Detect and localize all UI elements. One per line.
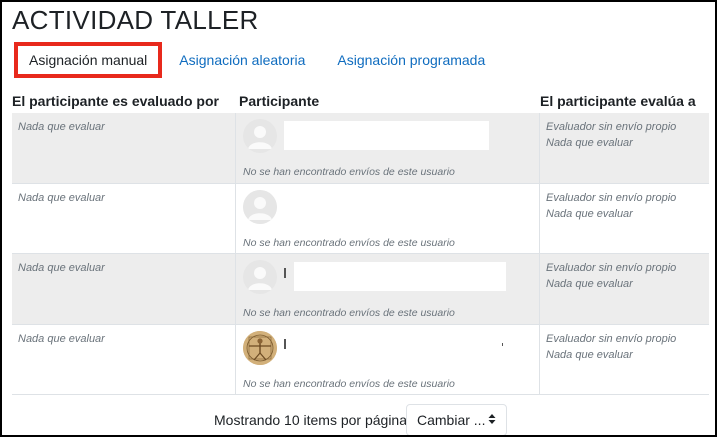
evaluated-by-cell: Nada que evaluar	[12, 183, 236, 253]
nothing-to-evaluate-text: Nada que evaluar	[546, 278, 633, 290]
evaluator-without-submission-text: Evaluador sin envío propio	[546, 262, 677, 274]
no-submission-text: No se han encontrado envíos de este usua…	[243, 166, 455, 178]
per-page-label: Mostrando 10 items por página	[214, 412, 407, 428]
nothing-to-evaluate-text: Nada que evaluar	[546, 207, 633, 220]
evaluated-by-cell: Nada que evaluar	[12, 113, 236, 183]
evaluated-by-text: Nada que evaluar	[18, 121, 105, 133]
pagination-bar: Mostrando 10 items por página Cambiar ..…	[2, 403, 715, 435]
participant-name-redacted	[284, 121, 489, 150]
no-submission-text: No se han encontrado envíos de este usua…	[243, 236, 455, 249]
page-title: ACTIVIDAD TALLER	[12, 5, 259, 35]
tab-scheduled-allocation[interactable]: Asignación programada	[322, 43, 500, 77]
table-header: El participante es evaluado por Particip…	[2, 93, 715, 113]
evaluates-cell: Evaluador sin envío propio Nada que eval…	[539, 183, 709, 253]
participant-cell: No se han encontrado envíos de este usua…	[236, 325, 539, 395]
vitruvian-man-avatar[interactable]	[243, 330, 277, 365]
tab-manual-allocation[interactable]: Asignación manual	[14, 42, 163, 78]
evaluated-by-text: Nada que evaluar	[18, 332, 105, 345]
name-fragment	[502, 342, 503, 346]
participant-cell: No se han encontrado envíos de este usua…	[236, 254, 539, 324]
nothing-to-evaluate-text: Nada que evaluar	[546, 348, 633, 361]
updown-caret-icon	[488, 405, 496, 435]
table-row: Nada que evaluar No se han encontrado en…	[12, 324, 709, 395]
evaluates-cell: Evaluador sin envío propio Nada que eval…	[539, 254, 709, 324]
allocation-table: Nada que evaluar No se han encontrado en…	[12, 113, 709, 395]
evaluator-without-submission-text: Evaluador sin envío propio	[546, 121, 677, 133]
default-user-icon[interactable]	[243, 260, 277, 294]
table-row: Nada que evaluar No se han encontrado en…	[12, 183, 709, 254]
no-submission-text: No se han encontrado envíos de este usua…	[243, 377, 455, 390]
allocation-tabs: Asignación manual Asignación aleatoria A…	[14, 42, 500, 78]
table-row: Nada que evaluar No se han encontrado en…	[12, 254, 709, 325]
nothing-to-evaluate-text: Nada que evaluar	[546, 137, 633, 149]
tab-random-allocation[interactable]: Asignación aleatoria	[164, 43, 320, 77]
no-submission-text: No se han encontrado envíos de este usua…	[243, 307, 455, 319]
name-fragment	[284, 268, 286, 278]
evaluates-cell: Evaluador sin envío propio Nada que eval…	[539, 113, 709, 183]
change-per-page-label: Cambiar ...	[417, 412, 486, 428]
evaluated-by-text: Nada que evaluar	[18, 262, 105, 274]
evaluator-without-submission-text: Evaluador sin envío propio	[546, 332, 677, 345]
header-evaluates: El participante evalúa a	[540, 93, 696, 109]
participant-cell: No se han encontrado envíos de este usua…	[236, 113, 539, 183]
participant-name-redacted	[294, 262, 506, 291]
default-user-icon[interactable]	[243, 189, 277, 224]
header-participant: Participante	[239, 93, 320, 109]
window-frame: ACTIVIDAD TALLER Asignación manual Asign…	[0, 0, 717, 437]
evaluated-by-text: Nada que evaluar	[18, 191, 105, 204]
name-fragment	[284, 338, 286, 349]
header-evaluated-by: El participante es evaluado por	[12, 93, 219, 109]
default-user-icon[interactable]	[243, 119, 277, 153]
evaluator-without-submission-text: Evaluador sin envío propio	[546, 191, 677, 204]
participant-cell: No se han encontrado envíos de este usua…	[236, 184, 539, 254]
evaluated-by-cell: Nada que evaluar	[12, 324, 236, 394]
table-row: Nada que evaluar No se han encontrado en…	[12, 113, 709, 184]
evaluates-cell: Evaluador sin envío propio Nada que eval…	[539, 324, 709, 394]
evaluated-by-cell: Nada que evaluar	[12, 254, 236, 324]
change-per-page-select[interactable]: Cambiar ...	[406, 404, 507, 435]
